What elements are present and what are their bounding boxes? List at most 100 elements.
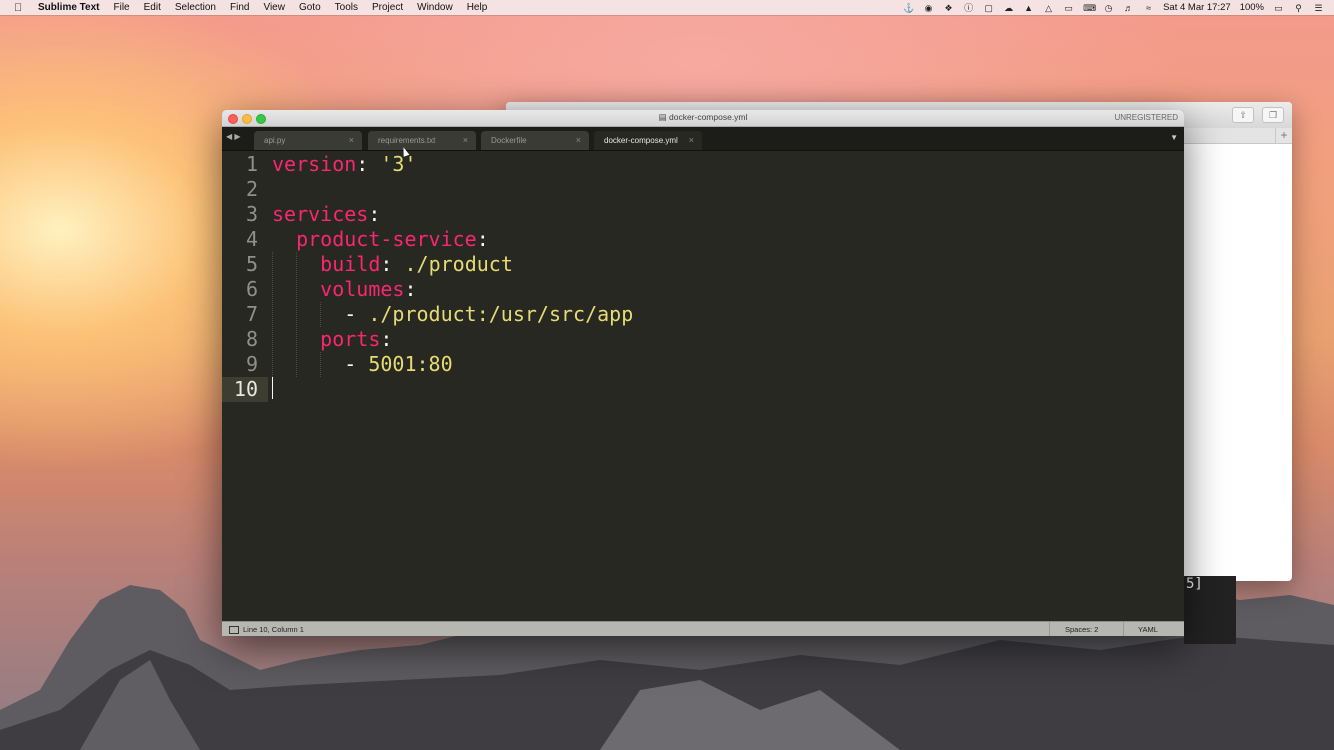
- spotlight-search-icon[interactable]: ⚲: [1293, 3, 1304, 13]
- status-bar: Line 10, Column 1 Spaces: 2 YAML: [222, 621, 1184, 636]
- yaml-separator: :: [380, 252, 405, 276]
- yaml-separator: :: [368, 202, 381, 226]
- background-terminal-fragment: 5]: [1184, 576, 1236, 644]
- yaml-separator: :: [356, 152, 381, 176]
- status-menus: ⚓ ◉ ❖ ⓘ ▢ ☁ ▲ △ ▭ ⌨ ◷ ♬ ≈ Sat 4 Mar 17:2…: [903, 0, 1324, 15]
- tab-list-dropdown-icon[interactable]: ▼: [1170, 133, 1178, 142]
- battery-percent[interactable]: 100%: [1240, 2, 1264, 13]
- yaml-separator: :: [380, 327, 393, 351]
- title-bar[interactable]: ▤ docker-compose.yml UNREGISTERED: [222, 110, 1184, 127]
- syntax-selector[interactable]: YAML: [1123, 622, 1184, 636]
- menu-tools[interactable]: Tools: [335, 0, 358, 15]
- current-line-number: 10: [222, 377, 268, 402]
- share-icon[interactable]: ⇧: [1232, 107, 1254, 123]
- line-number: 1: [245, 152, 258, 176]
- yaml-separator: :: [404, 277, 417, 301]
- yaml-separator: :: [476, 227, 489, 251]
- clock[interactable]: Sat 4 Mar 17:27: [1163, 2, 1231, 13]
- close-tab-icon[interactable]: ×: [689, 131, 694, 150]
- code-line: - ./product:/usr/src/app: [272, 302, 633, 327]
- record-icon[interactable]: ◉: [923, 3, 934, 13]
- drive-icon[interactable]: △: [1043, 3, 1054, 13]
- line-number: 6: [245, 277, 258, 301]
- tab-dockerfile[interactable]: Dockerfile ×: [481, 131, 589, 150]
- tab-docker-compose-yml[interactable]: docker-compose.yml ×: [594, 131, 702, 150]
- menu-selection[interactable]: Selection: [175, 0, 216, 15]
- tab-label: api.py: [264, 136, 286, 145]
- menu-bar:  Sublime Text File Edit Selection Find …: [0, 0, 1334, 15]
- code-line: volumes:: [272, 277, 417, 302]
- menu-find[interactable]: Find: [230, 0, 249, 15]
- unregistered-label: UNREGISTERED: [1114, 113, 1178, 122]
- docker-icon[interactable]: ⚓: [903, 3, 914, 13]
- menu-edit[interactable]: Edit: [144, 0, 161, 15]
- keyboard-icon[interactable]: ⌨: [1083, 3, 1096, 13]
- menu-goto[interactable]: Goto: [299, 0, 321, 15]
- yaml-list-dash: -: [344, 302, 369, 326]
- line-number: 5: [245, 252, 258, 276]
- panel-toggle-icon[interactable]: [229, 626, 239, 634]
- tab-label: Dockerfile: [491, 136, 527, 145]
- text-cursor: [272, 377, 273, 399]
- code-line: services:: [272, 202, 380, 227]
- tab-requirements-txt[interactable]: requirements.txt ×: [368, 131, 476, 150]
- line-number: 9: [245, 352, 258, 376]
- dropbox-icon[interactable]: ❖: [943, 3, 954, 13]
- menu-help[interactable]: Help: [467, 0, 488, 15]
- menu-view[interactable]: View: [263, 0, 285, 15]
- yaml-key: ports: [320, 327, 381, 351]
- close-tab-icon[interactable]: ×: [463, 131, 468, 150]
- window-icon[interactable]: ▢: [983, 3, 994, 13]
- line-number: 3: [245, 202, 258, 226]
- menu-file[interactable]: File: [114, 0, 130, 15]
- volume-icon[interactable]: ♬: [1123, 3, 1134, 13]
- apple-menu-icon[interactable]: : [14, 2, 28, 14]
- tab-api-py[interactable]: api.py ×: [254, 131, 362, 150]
- new-tab-icon[interactable]: +: [1275, 128, 1292, 143]
- code-editor[interactable]: 1 2 3 4 5 6 7 8 9 10 version: '3' servic…: [222, 151, 1184, 621]
- code-line: - 5001:80: [272, 352, 452, 377]
- cloud-icon[interactable]: ☁: [1003, 3, 1014, 13]
- notification-center-icon[interactable]: ☰: [1313, 3, 1324, 13]
- menu-window[interactable]: Window: [417, 0, 453, 15]
- line-number: 8: [245, 327, 258, 351]
- line-number: 7: [245, 302, 258, 326]
- time-machine-icon[interactable]: ◷: [1103, 3, 1114, 13]
- tab-bar: ◀ ▶ api.py × requirements.txt × Dockerfi…: [222, 127, 1184, 151]
- tab-label: requirements.txt: [378, 136, 436, 145]
- yaml-value: ./product:/usr/src/app: [368, 302, 634, 326]
- sublime-text-window: ▤ docker-compose.yml UNREGISTERED ◀ ▶ ap…: [222, 110, 1184, 636]
- yaml-value: '3': [380, 152, 417, 176]
- yaml-key: build: [320, 252, 381, 276]
- yaml-key: product-service: [296, 227, 477, 251]
- wifi-icon[interactable]: ≈: [1143, 3, 1154, 13]
- yaml-value: ./product: [404, 252, 513, 276]
- indentation-setting[interactable]: Spaces: 2: [1049, 622, 1123, 636]
- tabs-overview-icon[interactable]: ❐: [1262, 107, 1284, 123]
- yaml-key: volumes: [320, 277, 405, 301]
- code-line: version: '3': [272, 152, 417, 177]
- line-number: 4: [245, 227, 258, 251]
- flame-icon[interactable]: ▲: [1023, 3, 1034, 13]
- line-number-gutter: 1 2 3 4 5 6 7 8 9 10: [222, 151, 268, 621]
- close-tab-icon[interactable]: ×: [576, 131, 581, 150]
- close-tab-icon[interactable]: ×: [349, 131, 354, 150]
- window-title: ▤ docker-compose.yml: [222, 112, 1184, 123]
- menu-app-name[interactable]: Sublime Text: [38, 0, 100, 15]
- menu-project[interactable]: Project: [372, 0, 403, 15]
- yaml-key: services: [272, 202, 369, 226]
- info-icon[interactable]: ⓘ: [963, 3, 974, 13]
- code-line: ports:: [272, 327, 392, 352]
- battery-icon[interactable]: ▭: [1273, 3, 1284, 13]
- tab-navigation-arrows-icon[interactable]: ◀ ▶: [226, 132, 241, 141]
- tab-label: docker-compose.yml: [604, 136, 678, 145]
- code-line: build: ./product: [272, 252, 513, 277]
- document-icon: ▤: [658, 112, 667, 122]
- airplay-icon[interactable]: ▭: [1063, 3, 1074, 13]
